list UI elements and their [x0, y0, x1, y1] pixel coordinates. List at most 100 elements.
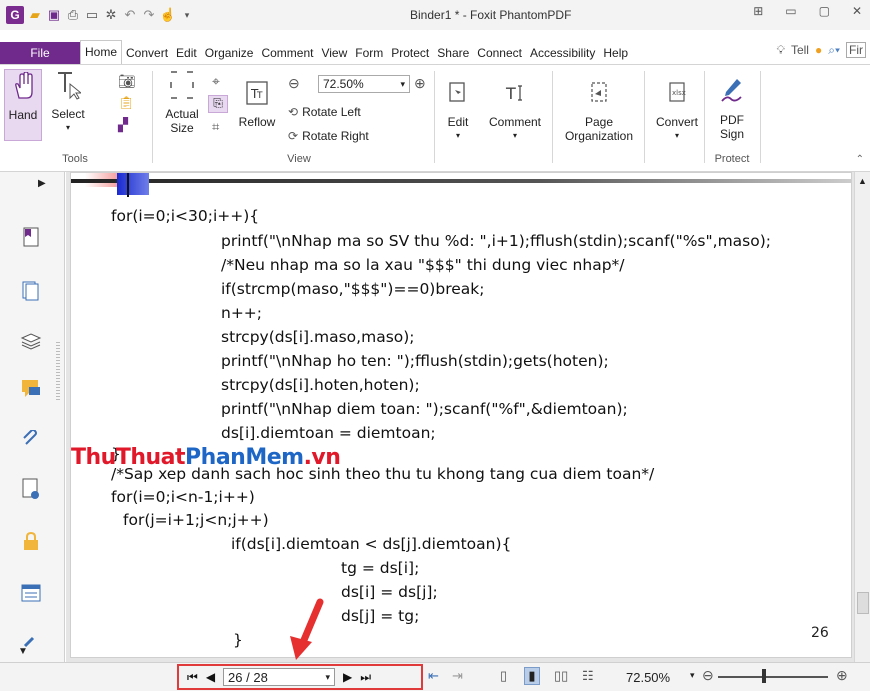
pdf-sign-pen-icon — [717, 75, 747, 107]
zoom-out-icon[interactable]: ⊖ — [288, 75, 300, 92]
clipboard-icon[interactable]: 📋︎ — [118, 95, 135, 111]
content-icon[interactable] — [20, 582, 42, 604]
reflow-icon: TT — [242, 77, 272, 109]
select-dropdown-icon: ▾ — [65, 123, 70, 132]
collapse-ribbon-icon[interactable]: ⌃ — [856, 154, 864, 165]
previous-view-icon[interactable]: ⇤ — [428, 668, 439, 684]
rotate-left-button[interactable]: ⟲ Rotate Left — [288, 105, 361, 119]
panel-resize-grip[interactable] — [56, 342, 60, 402]
code-line: if(ds[i].diemtoan < ds[j].diemtoan){ — [231, 535, 512, 553]
tab-file[interactable]: File — [0, 42, 80, 64]
pdf-sign-label-1: PDF — [720, 113, 744, 127]
continuous-facing-icon[interactable]: ☷ — [582, 668, 594, 684]
scroll-up-icon[interactable]: ▲ — [858, 176, 867, 186]
pages-icon[interactable] — [20, 280, 42, 302]
expand-panel-icon[interactable]: ▶ — [38, 178, 46, 189]
zoom-in-icon[interactable]: ⊕ — [414, 75, 426, 92]
bookmark-icon[interactable]: ▞ — [118, 117, 128, 133]
page-organization-label-2: Organization — [564, 129, 634, 143]
tab-view[interactable]: View — [317, 46, 351, 60]
fit-visible-icon[interactable]: ⌗ — [212, 119, 219, 135]
print-icon[interactable]: ⎙ — [65, 7, 81, 23]
tab-share[interactable]: Share — [433, 46, 473, 60]
tab-help[interactable]: Help — [599, 46, 632, 60]
tab-convert[interactable]: Convert — [122, 46, 172, 60]
zoom-slider[interactable] — [718, 676, 828, 678]
new-icon[interactable]: ✲ — [103, 7, 119, 23]
page-number-input[interactable]: 26 / 28 ▾ — [223, 668, 336, 686]
watermark-part-3: .vn — [303, 445, 341, 470]
code-line: } — [233, 631, 243, 649]
single-page-icon[interactable]: ▯ — [500, 668, 507, 684]
panel-scroll-down-icon[interactable]: ▼ — [18, 646, 28, 657]
tab-connect[interactable]: Connect — [473, 46, 526, 60]
comments-panel-icon[interactable] — [20, 378, 42, 400]
tab-edit[interactable]: Edit — [172, 46, 201, 60]
svg-text:T: T — [505, 84, 516, 103]
vertical-scrollbar[interactable]: ▲ — [854, 172, 870, 662]
last-page-icon[interactable]: ⏭ — [360, 670, 371, 685]
code-line: ds[i] = ds[j]; — [341, 583, 438, 601]
bookmarks-icon[interactable] — [20, 226, 42, 248]
reflow-button[interactable]: TT Reflow — [234, 77, 280, 149]
ribbon-display-icon[interactable]: ⊞ — [753, 4, 763, 18]
open-icon[interactable]: ▰ — [27, 7, 43, 23]
comment-button[interactable]: T Comment ▾ — [482, 77, 548, 157]
facing-pages-icon[interactable]: ▯▯ — [554, 668, 568, 684]
layers-icon[interactable] — [20, 330, 42, 352]
tab-protect[interactable]: Protect — [387, 46, 433, 60]
hand-label: Hand — [8, 108, 38, 122]
previous-page-icon[interactable]: ◀ — [206, 670, 215, 684]
zoom-slider-handle[interactable] — [762, 669, 766, 683]
convert-button[interactable]: xlsx Convert ▾ — [650, 77, 704, 157]
tell-me[interactable]: Tell — [791, 43, 809, 57]
tab-comment[interactable]: Comment — [257, 46, 317, 60]
tab-accessibility[interactable]: Accessibility — [526, 46, 599, 60]
undo-icon[interactable]: ↶ — [122, 7, 138, 23]
pdf-sign-button[interactable]: PDF Sign — [710, 75, 754, 155]
status-zoom-value[interactable]: 72.50% — [626, 670, 670, 685]
rotate-left-icon: ⟲ — [288, 105, 299, 119]
customize-dropdown-icon[interactable]: ▾ — [179, 7, 195, 23]
rotate-right-button[interactable]: ⟳ Rotate Right — [288, 129, 369, 143]
header-decoration-blue — [117, 173, 149, 195]
fit-page-icon[interactable]: ⌖ — [212, 73, 220, 90]
snapshot-icon[interactable]: 📷︎ — [118, 73, 136, 90]
signatures-icon[interactable] — [20, 478, 42, 500]
status-zoom-in-icon[interactable]: ⊕ — [836, 667, 848, 684]
page-organization-button[interactable]: Page Organization — [556, 77, 642, 157]
close-icon[interactable]: ✕ — [852, 4, 862, 18]
zoom-value: 72.50% — [323, 77, 364, 91]
edit-button[interactable]: Edit ▾ — [438, 77, 478, 157]
status-zoom-dropdown-icon[interactable]: ▾ — [690, 670, 695, 681]
save-icon[interactable]: ▣ — [46, 7, 62, 23]
fit-width-icon[interactable]: ⎘ — [208, 95, 228, 113]
attachments-icon[interactable] — [20, 428, 42, 450]
status-zoom-out-icon[interactable]: ⊖ — [702, 667, 714, 684]
hand-button[interactable]: Hand — [4, 69, 42, 141]
next-view-icon[interactable]: ⇥ — [452, 668, 463, 684]
next-page-icon[interactable]: ▶ — [343, 670, 352, 684]
continuous-page-icon[interactable]: ▮ — [524, 667, 540, 685]
first-page-icon[interactable]: ⏮ — [187, 670, 198, 685]
select-button[interactable]: Select ▾ — [46, 69, 90, 141]
window-icon[interactable]: ▭ — [84, 7, 100, 23]
security-lock-icon[interactable] — [20, 530, 42, 552]
tab-home[interactable]: Home — [80, 40, 123, 64]
hand-tool-icon[interactable]: ☝ — [160, 7, 176, 23]
restore-icon[interactable]: ▢ — [819, 4, 830, 18]
title-bar: G ▰ ▣ ⎙ ▭ ✲ ↶ ↷ ☝ ▾ Binder1 * - Foxit Ph… — [0, 0, 870, 30]
minimize-icon[interactable]: ▭ — [785, 4, 796, 18]
tab-form[interactable]: Form — [351, 46, 387, 60]
orange-circle-icon[interactable]: ● — [815, 43, 822, 57]
scroll-thumb[interactable] — [857, 592, 869, 614]
ribbon: Hand Select ▾ 📷︎ 📋︎ ▞ Tools Actual Size … — [0, 64, 870, 172]
actual-size-button[interactable]: Actual Size — [160, 69, 204, 149]
search-icon[interactable]: ⌕▾ — [828, 43, 840, 58]
text-cursor — [127, 173, 129, 197]
tab-organize[interactable]: Organize — [201, 46, 258, 60]
redo-icon[interactable]: ↷ — [141, 7, 157, 23]
zoom-select[interactable]: 72.50% ▾ — [318, 75, 410, 93]
find-box[interactable]: Fir — [846, 42, 866, 58]
rotate-right-icon: ⟳ — [288, 129, 299, 143]
